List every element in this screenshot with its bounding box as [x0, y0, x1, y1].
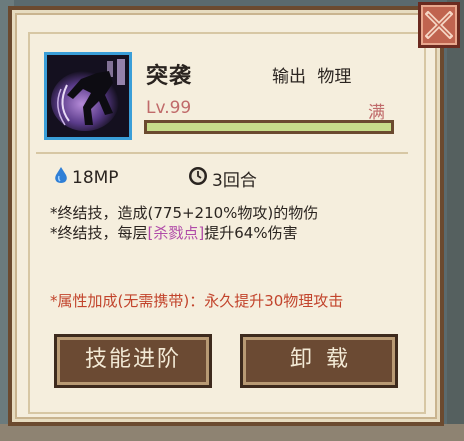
close-icon [425, 11, 453, 39]
skill-tags: 输出 物理 [272, 67, 352, 87]
level-progress-fill [147, 123, 391, 131]
background-right [447, 0, 464, 441]
skill-name: 突袭 [146, 64, 193, 89]
unload-button[interactable]: 卸载 [240, 334, 398, 388]
assault-skill-icon [47, 55, 129, 137]
description-line-1: *终结技，造成(775+210%物攻)的物伤 [50, 204, 319, 222]
divider [36, 152, 408, 154]
background-bottom [0, 424, 464, 441]
attribute-bonus-text: *属性加成(无需携带)：永久提升30物理攻击 [50, 292, 344, 310]
description-line-2-prefix: *终结技，每层 [50, 224, 148, 242]
description-line-2: *终结技，每层[杀戮点]提升64%伤害 [50, 222, 298, 243]
water-drop-icon [54, 166, 68, 189]
skill-level: Lv.99 [146, 98, 192, 118]
skill-upgrade-button[interactable]: 技能进阶 [54, 334, 212, 388]
level-progress-bar [144, 120, 394, 134]
cooldown-value: 3回合 [212, 171, 257, 191]
mp-cost-stat: 18MP [54, 166, 119, 189]
description-line-2-suffix: 提升64%伤害 [204, 224, 298, 242]
close-button[interactable] [418, 2, 460, 48]
cooldown-stat: 3回合 [188, 166, 257, 191]
clock-icon [188, 166, 208, 191]
kill-point-keyword[interactable]: [杀戮点] [148, 224, 205, 242]
mp-cost-value: 18MP [72, 167, 119, 188]
skill-icon-frame [44, 52, 132, 140]
